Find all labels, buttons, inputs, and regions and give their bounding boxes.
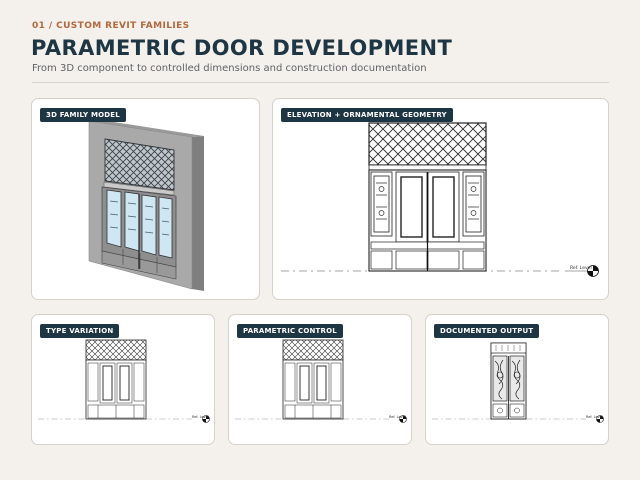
panel-parametric-control: Ref. Level PARAMETRIC CONTROL bbox=[228, 314, 412, 445]
level-marker-label: Ref. Level bbox=[570, 265, 592, 271]
panel-label: TYPE VARIATION bbox=[40, 324, 120, 338]
panel-label: ELEVATION + ORNAMENTAL GEOMETRY bbox=[281, 108, 453, 122]
door-elevation-drawing: Ref. Level bbox=[281, 122, 599, 277]
page-title: PARAMETRIC DOOR DEVELOPMENT bbox=[31, 36, 453, 60]
panel-type-variation: Ref. Level TYPE VARIATION bbox=[31, 314, 215, 445]
page-subtitle: From 3D component to controlled dimensio… bbox=[32, 63, 427, 74]
panel-label: 3D FAMILY MODEL bbox=[40, 108, 126, 122]
door-3d-model-illustration bbox=[88, 120, 204, 291]
panel-label: PARAMETRIC CONTROL bbox=[237, 324, 343, 338]
section-eyebrow: 01 / CUSTOM REVIT FAMILIES bbox=[32, 21, 190, 31]
level-marker-label: Ref. Level bbox=[389, 415, 406, 419]
panel-elevation: Ref. Level ELEVATION + ORNAMENTAL GEOMET… bbox=[272, 98, 609, 300]
panel-label: DOCUMENTED OUTPUT bbox=[434, 324, 540, 338]
panel-3d-model: 3D FAMILY MODEL bbox=[31, 98, 260, 300]
panel-documented-output: Ref. Level DOCUMENTED OUTPUT bbox=[425, 314, 609, 445]
header-divider bbox=[32, 82, 609, 83]
level-marker-label: Ref. Level bbox=[192, 415, 209, 419]
level-marker-label: Ref. Level bbox=[586, 415, 603, 419]
